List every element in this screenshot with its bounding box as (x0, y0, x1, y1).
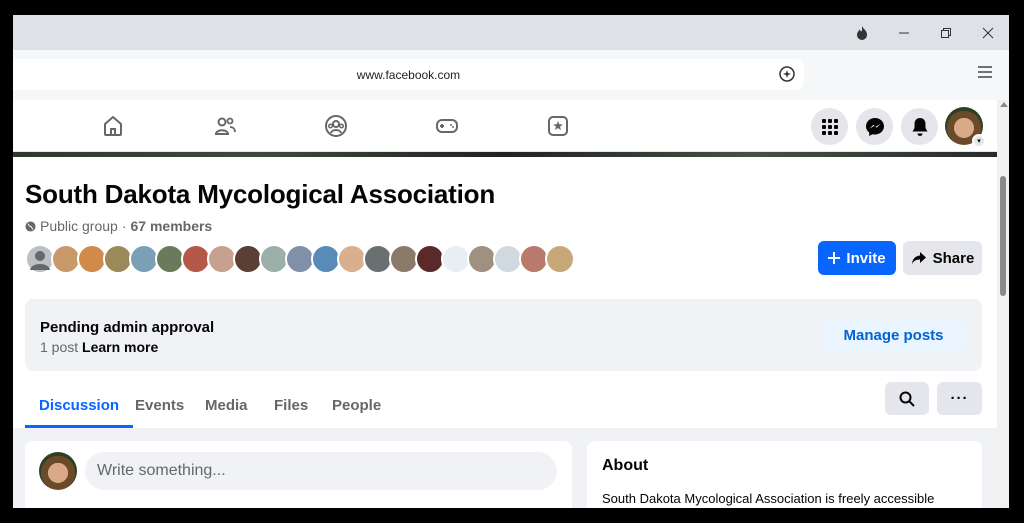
invite-button[interactable]: Invite (818, 241, 896, 275)
share-icon (911, 252, 926, 264)
page-action-icon[interactable] (778, 65, 798, 85)
scroll-thumb[interactable] (1000, 176, 1006, 296)
scroll-up-arrow-icon[interactable] (1000, 102, 1008, 107)
learn-more-link[interactable]: Learn more (82, 339, 158, 355)
plus-icon (828, 252, 841, 264)
tab-people[interactable]: People (318, 382, 395, 428)
pending-title: Pending admin approval (40, 319, 215, 336)
restore-icon[interactable] (925, 15, 967, 50)
tab-files[interactable]: Files (260, 382, 322, 428)
group-header: South Dakota Mycological Association Pub… (13, 157, 997, 428)
flame-icon[interactable] (841, 15, 883, 50)
pending-subtext: 1 post Learn more (40, 339, 158, 355)
close-icon[interactable] (967, 15, 1009, 50)
address-bar-row: www.facebook.com (13, 50, 1009, 100)
title-bar (13, 15, 1009, 50)
group-search-button[interactable] (885, 382, 929, 415)
feeds-icon[interactable] (528, 100, 588, 152)
menu-grid-icon[interactable] (811, 108, 848, 145)
invite-label: Invite (846, 249, 886, 267)
post-composer: Write something... (25, 441, 572, 508)
more-options-button[interactable]: ··· (937, 382, 982, 415)
pending-count: 1 post (40, 339, 79, 355)
search-icon (899, 391, 915, 407)
meta-separator: · (121, 218, 127, 234)
pending-approval-banner: Pending admin approval 1 post Learn more… (25, 299, 982, 371)
member-avatar[interactable] (545, 244, 575, 274)
manage-posts-button[interactable]: Manage posts (822, 319, 965, 352)
privacy-label: Public group (40, 218, 118, 234)
friends-icon[interactable] (195, 100, 255, 152)
group-meta: Public group · 67 members (25, 218, 212, 234)
page-scrollbar[interactable] (997, 100, 1009, 508)
share-label: Share (932, 249, 975, 267)
share-button[interactable]: Share (903, 241, 982, 275)
member-count[interactable]: 67 members (131, 218, 213, 234)
about-description: South Dakota Mycological Association is … (602, 491, 935, 506)
notifications-icon[interactable] (901, 108, 938, 145)
url-field[interactable]: www.facebook.com (13, 59, 804, 90)
hamburger-icon[interactable] (977, 65, 999, 85)
tab-discussion[interactable]: Discussion (25, 382, 134, 428)
gaming-icon[interactable] (417, 100, 477, 152)
url-text: www.facebook.com (356, 67, 461, 82)
globe-icon (25, 220, 36, 232)
write-post-input[interactable]: Write something... (85, 452, 557, 490)
facebook-top-nav: ▾ (13, 100, 997, 152)
chevron-down-icon: ▾ (972, 134, 986, 148)
ellipsis-icon: ··· (950, 390, 969, 407)
groups-icon[interactable] (306, 100, 366, 152)
browser-window: www.facebook.com ▾ South Dakota Mycologi… (13, 15, 1009, 508)
member-facepile[interactable] (25, 244, 575, 274)
messenger-icon[interactable] (856, 108, 893, 145)
composer-avatar[interactable] (39, 452, 77, 490)
group-title: South Dakota Mycological Association (25, 179, 496, 209)
about-title: About (602, 457, 649, 474)
home-icon[interactable] (83, 100, 143, 152)
account-avatar[interactable]: ▾ (945, 107, 986, 148)
minimize-icon[interactable] (883, 15, 925, 50)
about-card: About South Dakota Mycological Associati… (587, 441, 982, 508)
tab-media[interactable]: Media (191, 382, 262, 428)
tab-events[interactable]: Events (121, 382, 198, 428)
